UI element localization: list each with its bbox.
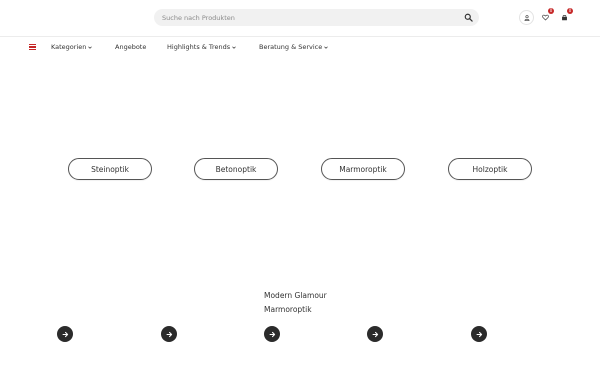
arrow-right-icon xyxy=(269,331,275,337)
account-button[interactable] xyxy=(519,10,534,25)
arrow-right-icon xyxy=(372,331,378,337)
cart-button[interactable]: 0 xyxy=(557,8,573,25)
arrow-right-icon xyxy=(476,331,482,337)
search-icon[interactable] xyxy=(464,13,473,22)
slide-arrow-button[interactable] xyxy=(264,326,280,342)
search-bar[interactable] xyxy=(154,9,479,26)
category-button-steinoptik[interactable]: Steinoptik xyxy=(68,158,152,180)
slide-title: Modern Glamour xyxy=(264,291,327,300)
slide-arrow-button[interactable] xyxy=(367,326,383,342)
category-button-betonoptik[interactable]: Betonoptik xyxy=(194,158,278,180)
nav-item-label: Highlights & Trends xyxy=(167,43,231,51)
nav-item-label: Kategorien xyxy=(51,43,87,51)
user-icon xyxy=(524,14,529,21)
chevron-down-icon xyxy=(88,46,93,49)
heart-icon xyxy=(542,14,549,21)
nav-item-label: Beratung & Service xyxy=(259,43,323,51)
site-header: 0 0 xyxy=(0,0,600,37)
nav-item-kategorien[interactable]: Kategorien xyxy=(51,42,93,52)
arrow-right-icon xyxy=(62,331,68,337)
search-input[interactable] xyxy=(162,9,452,26)
wishlist-count-badge: 0 xyxy=(548,8,554,14)
category-button-holzoptik[interactable]: Holzoptik xyxy=(448,158,532,180)
slide-arrow-button[interactable] xyxy=(161,326,177,342)
wishlist-button[interactable]: 0 xyxy=(538,8,554,25)
category-button-marmoroptik[interactable]: Marmoroptik xyxy=(321,158,405,180)
nav-item-angebote[interactable]: Angebote xyxy=(115,42,146,52)
cart-count-badge: 0 xyxy=(567,8,573,14)
menu-icon[interactable] xyxy=(29,44,36,50)
nav-item-label: Angebote xyxy=(115,43,147,51)
slide-arrow-button[interactable] xyxy=(471,326,487,342)
chevron-down-icon xyxy=(324,46,329,49)
arrow-right-icon xyxy=(166,331,172,337)
cart-icon xyxy=(562,15,567,21)
main-navigation: Kategorien Angebote Highlights & Trends … xyxy=(0,37,600,57)
slide-subtitle: Marmoroptik xyxy=(264,305,312,314)
slide-arrow-button[interactable] xyxy=(57,326,73,342)
nav-item-highlights[interactable]: Highlights & Trends xyxy=(167,42,236,52)
chevron-down-icon xyxy=(232,46,236,49)
nav-item-beratung[interactable]: Beratung & Service xyxy=(259,42,329,52)
